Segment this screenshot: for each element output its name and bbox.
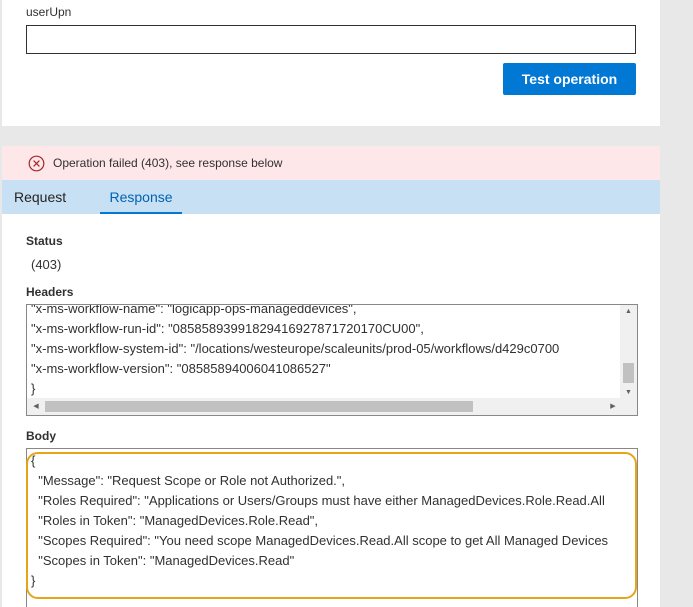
body-line: "Roles in Token": "ManagedDevices.Role.R… xyxy=(31,513,319,528)
body-line: "Roles Required": "Applications or Users… xyxy=(31,493,605,508)
headers-horizontal-scrollbar[interactable]: ◀ ▶ xyxy=(27,398,622,415)
headers-label: Headers xyxy=(26,285,74,299)
test-parameters-panel: userUpn Test operation xyxy=(2,0,660,126)
vertical-scroll-thumb[interactable] xyxy=(623,363,634,383)
headers-line: "x-ms-workflow-run-id": "085858939918294… xyxy=(31,321,424,336)
userupn-label: userUpn xyxy=(26,5,72,19)
body-label: Body xyxy=(26,429,56,443)
body-line: "Scopes in Token": "ManagedDevices.Read" xyxy=(31,553,295,568)
headers-vertical-scrollbar[interactable]: ▲ ▼ xyxy=(620,305,637,400)
headers-line: "x-ms-workflow-system-id": "/locations/w… xyxy=(31,341,560,356)
response-panel: Operation failed (403), see response bel… xyxy=(2,146,660,607)
body-line: "Message": "Request Scope or Role not Au… xyxy=(31,473,346,488)
body-line: } xyxy=(31,573,36,588)
scroll-right-arrow-icon[interactable]: ▶ xyxy=(606,398,620,415)
scrollbar-corner xyxy=(620,398,637,415)
horizontal-scroll-thumb[interactable] xyxy=(45,401,473,412)
headers-line: "x-ms-workflow-name": "logicapp-ops-mana… xyxy=(31,304,357,316)
scroll-up-arrow-icon[interactable]: ▲ xyxy=(620,305,637,319)
headers-textbox[interactable]: "x-ms-workflow-name": "logicapp-ops-mana… xyxy=(26,304,638,416)
error-circle-icon xyxy=(28,155,45,172)
scroll-left-arrow-icon[interactable]: ◀ xyxy=(29,398,43,415)
body-content: { "Message": "Request Scope or Role not … xyxy=(27,451,637,591)
status-value: (403) xyxy=(31,257,62,272)
body-textbox[interactable]: { "Message": "Request Scope or Role not … xyxy=(26,448,638,607)
userupn-input[interactable] xyxy=(26,25,636,54)
error-banner: Operation failed (403), see response bel… xyxy=(2,146,660,180)
tab-request[interactable]: Request xyxy=(14,180,66,214)
status-label: Status xyxy=(26,234,63,248)
tab-response[interactable]: Response xyxy=(100,180,182,214)
body-line: { xyxy=(31,453,36,468)
headers-line: "x-ms-workflow-version": "08585894006041… xyxy=(31,361,331,376)
request-response-tabs: Request Response xyxy=(2,180,660,214)
headers-line: } xyxy=(31,381,36,396)
headers-content: "x-ms-workflow-name": "logicapp-ops-mana… xyxy=(27,304,617,399)
body-line: "Scopes Required": "You need scope Manag… xyxy=(31,533,609,548)
error-message: Operation failed (403), see response bel… xyxy=(53,156,283,170)
test-operation-button[interactable]: Test operation xyxy=(503,63,636,95)
